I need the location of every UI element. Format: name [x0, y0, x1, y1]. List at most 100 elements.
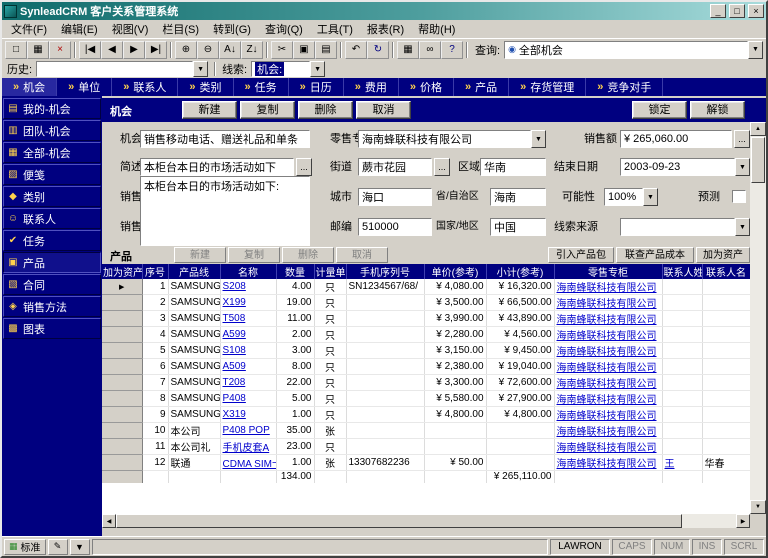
cell-link[interactable]: 海南蜂联科技有限公司 — [557, 395, 657, 406]
last-record-button[interactable]: ▶| — [145, 41, 167, 59]
view-mode-panel[interactable]: ▦ 标准 — [4, 539, 46, 555]
opportunity-input[interactable] — [140, 130, 310, 148]
cell[interactable]: X319 — [220, 407, 276, 423]
cell[interactable]: A599 — [220, 327, 276, 343]
retail-counter-combo[interactable]: 海南蜂联科技有限公司 ▼ — [358, 130, 546, 148]
cell[interactable]: 海南蜂联科技有限公司 — [554, 359, 662, 375]
cancel-button[interactable]: 取消 — [356, 101, 411, 119]
cell[interactable]: 海南蜂联科技有限公司 — [554, 327, 662, 343]
column-header-3[interactable]: 产品线 — [168, 264, 220, 279]
horizontal-scroll-thumb[interactable] — [116, 514, 682, 528]
column-header-11[interactable]: 联系人姓 — [662, 264, 702, 279]
prev-record-button[interactable]: ◀ — [101, 41, 123, 59]
table-row[interactable]: 5SAMSUNGS1083.00只¥ 3,150.00¥ 9,450.00海南蜂… — [102, 343, 750, 359]
cell-link[interactable]: 海南蜂联科技有限公司 — [557, 443, 657, 454]
column-header-5[interactable]: 数量 — [276, 264, 314, 279]
scroll-down-icon[interactable]: ▼ — [750, 500, 766, 514]
sidebar-item-contracts[interactable]: ▧合同 — [3, 274, 101, 295]
cell-link[interactable]: 海南蜂联科技有限公司 — [557, 315, 657, 326]
link-product-cost-button[interactable]: 联查产品成本 — [616, 247, 694, 263]
cell[interactable]: X199 — [220, 295, 276, 311]
cell[interactable]: CDMA SIM卡 — [220, 455, 276, 471]
table-row[interactable]: 6SAMSUNGA5098.00只¥ 2,380.00¥ 19,040.00海南… — [102, 359, 750, 375]
clue-dropdown-icon[interactable]: ▼ — [310, 61, 325, 77]
table-row[interactable]: 2SAMSUNGX19919.00只¥ 3,500.00¥ 66,500.00海… — [102, 295, 750, 311]
table-row[interactable]: 12联通CDMA SIM卡1.00张13307682236¥ 50.00海南蜂联… — [102, 455, 750, 471]
sort-descending-button[interactable]: Z↓ — [241, 41, 263, 59]
vertical-scrollbar[interactable]: ▲ ▼ — [750, 122, 766, 514]
cell-link[interactable]: 海南蜂联科技有限公司 — [557, 363, 657, 374]
menu-item-8[interactable]: 报表(R) — [360, 19, 411, 39]
query-combo[interactable]: ◉全部机会 ▼ — [504, 41, 763, 59]
table-row[interactable]: 7SAMSUNGT20822.00只¥ 3,300.00¥ 72,600.00海… — [102, 375, 750, 391]
cell-link[interactable]: X319 — [223, 409, 246, 420]
cell[interactable]: A509 — [220, 359, 276, 375]
history-combo[interactable]: ▼ — [36, 61, 208, 77]
cut-button[interactable]: ✂ — [271, 41, 293, 59]
cell-link[interactable]: 海南蜂联科技有限公司 — [557, 379, 657, 390]
cell-link[interactable]: 海南蜂联科技有限公司 — [557, 347, 657, 358]
query-dropdown-icon[interactable]: ▼ — [748, 41, 763, 59]
menu-item-4[interactable]: 栏目(S) — [155, 19, 206, 39]
table-row[interactable]: 11本公司礼手机皮套A23.00只海南蜂联科技有限公司 — [102, 439, 750, 455]
grid-button[interactable]: ▦ — [397, 41, 419, 59]
minimize-button[interactable]: _ — [710, 4, 726, 18]
sort-ascending-button[interactable]: A↓ — [219, 41, 241, 59]
tab-product[interactable]: »产品 — [454, 78, 509, 96]
tab-price[interactable]: »价格 — [399, 78, 454, 96]
column-header-4[interactable]: 名称 — [220, 264, 276, 279]
cell-link[interactable]: 海南蜂联科技有限公司 — [557, 283, 657, 294]
copy-button[interactable]: 复制 — [240, 101, 295, 119]
zip-input[interactable] — [358, 218, 432, 236]
column-header-9[interactable]: 小计(参考) — [486, 264, 554, 279]
new-button[interactable]: 新建 — [182, 101, 237, 119]
table-row[interactable]: 9SAMSUNGX3191.00只¥ 4,800.00¥ 4,800.00海南蜂… — [102, 407, 750, 423]
sidebar-item-sales-methods[interactable]: ◈销售方法 — [3, 296, 101, 317]
tab-opportunity[interactable]: »机会 — [2, 78, 57, 96]
cell-link[interactable]: 王 — [665, 459, 675, 470]
statusbar-dropdown-icon[interactable]: ▼ — [70, 539, 90, 555]
cell[interactable]: T508 — [220, 311, 276, 327]
cell[interactable]: 海南蜂联科技有限公司 — [554, 343, 662, 359]
next-record-button[interactable]: ▶ — [123, 41, 145, 59]
table-row[interactable]: 3SAMSUNGT50811.00只¥ 3,990.00¥ 43,890.00海… — [102, 311, 750, 327]
table-row[interactable]: 8SAMSUNGP4085.00只¥ 5,580.00¥ 27,900.00海南… — [102, 391, 750, 407]
find-button[interactable]: ∞ — [419, 41, 441, 59]
probability-combo[interactable]: 100% ▼ — [604, 188, 658, 206]
cell[interactable]: 海南蜂联科技有限公司 — [554, 391, 662, 407]
scroll-up-icon[interactable]: ▲ — [750, 122, 766, 136]
tab-contacts[interactable]: »联系人 — [112, 78, 178, 96]
sidebar-item-all-opportunities[interactable]: ▦全部-机会 — [3, 142, 101, 163]
brief-more-button[interactable]: ... — [296, 158, 312, 176]
cell-link[interactable]: P408 POP — [223, 425, 270, 436]
tab-task[interactable]: »任务 — [234, 78, 289, 96]
cell[interactable]: P408 — [220, 391, 276, 407]
sidebar-item-categories[interactable]: ◆类别 — [3, 186, 101, 207]
copy-button[interactable]: ▣ — [293, 41, 315, 59]
street-input[interactable] — [358, 158, 432, 176]
scroll-right-icon[interactable]: ▶ — [736, 514, 750, 528]
edit-pencil-icon[interactable]: ✎ — [48, 539, 68, 555]
cell-link[interactable]: T208 — [223, 377, 246, 388]
new-button[interactable]: □ — [5, 41, 27, 59]
sidebar-item-contacts[interactable]: ☺联系人 — [3, 208, 101, 229]
menu-item-9[interactable]: 帮助(H) — [411, 19, 462, 39]
country-input[interactable] — [490, 218, 546, 236]
end-date-combo[interactable]: 2003-09-23 ▼ — [620, 158, 750, 176]
cell-link[interactable]: 海南蜂联科技有限公司 — [557, 299, 657, 310]
cell-link[interactable]: X199 — [223, 297, 246, 308]
column-header-12[interactable]: 联系人名 — [702, 264, 750, 279]
sidebar-item-notes[interactable]: ▨便笺 — [3, 164, 101, 185]
city-input[interactable] — [358, 188, 432, 206]
street-more-button[interactable]: ... — [434, 158, 450, 176]
refresh-button[interactable]: ↻ — [367, 41, 389, 59]
end-date-dropdown-icon[interactable]: ▼ — [735, 158, 750, 176]
add-as-asset-button[interactable]: 加为资产 — [696, 247, 750, 263]
brief-input[interactable] — [140, 158, 294, 176]
column-header-8[interactable]: 单价(参考) — [424, 264, 486, 279]
cell-link[interactable]: A509 — [223, 361, 246, 372]
cell[interactable]: P408 POP — [220, 423, 276, 439]
menu-item-5[interactable]: 转到(G) — [206, 19, 258, 39]
region-input[interactable] — [480, 158, 546, 176]
zoom-in-button[interactable]: ⊕ — [175, 41, 197, 59]
